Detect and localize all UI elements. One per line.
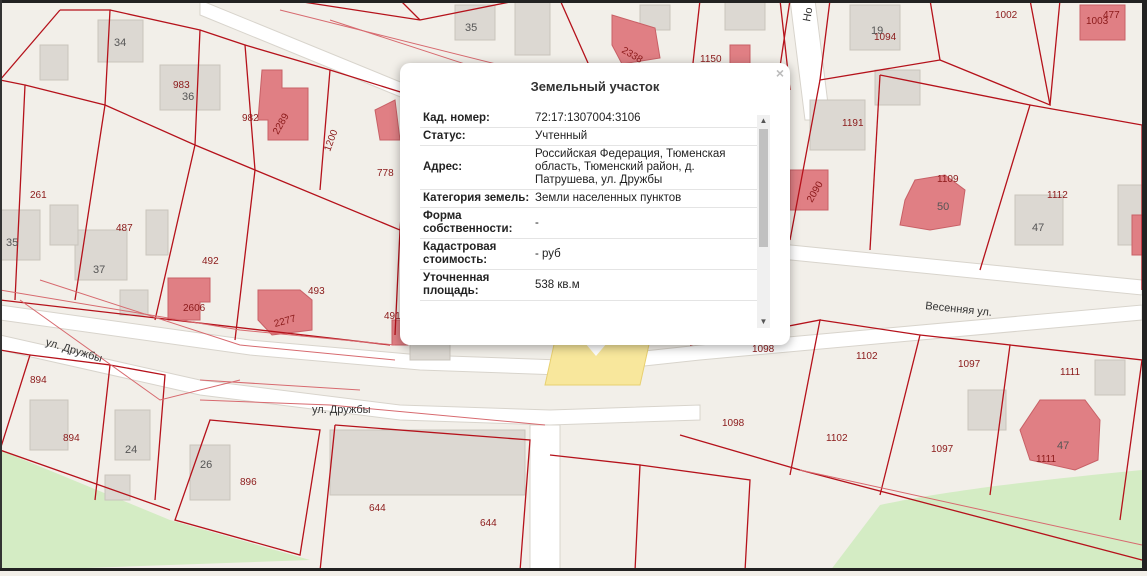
house-number: 47 xyxy=(1057,440,1069,452)
parcel-number: 491 xyxy=(384,311,401,322)
house-number: 34 xyxy=(114,37,126,49)
scroll-thumb[interactable] xyxy=(759,129,768,247)
info-value: 538 кв.м xyxy=(535,278,580,291)
parcel-number: 1098 xyxy=(722,418,745,429)
info-value: Российская Федерация, Тюменская область,… xyxy=(535,148,726,186)
parcel-number: 1111 xyxy=(1036,454,1056,465)
parcel-number: 896 xyxy=(240,477,257,488)
house-number: 35 xyxy=(465,22,477,34)
popup-info-table: Кад. номер: 72:17:1307004:3106 Статус: У… xyxy=(420,110,770,330)
house-number: 19 xyxy=(871,25,883,37)
parcel-number: 1109 xyxy=(937,174,959,185)
road-diagonal xyxy=(199,0,421,106)
parcel-number: 2606 xyxy=(183,303,206,314)
popup-title: Земельный участок xyxy=(530,79,660,94)
parcel-number: 261 xyxy=(30,190,47,201)
info-row-ownership: Форма собственности: - xyxy=(420,208,770,239)
green-area xyxy=(830,470,1142,571)
parcel-number: 1112 xyxy=(1047,190,1068,201)
parcel-number: 1102 xyxy=(826,433,848,444)
street-label-vesennyaya: Весенняя ул. xyxy=(925,300,993,319)
parcel-number: 778 xyxy=(377,168,394,179)
scroll-up-icon[interactable]: ▲ xyxy=(757,115,770,127)
parcel-number: 492 xyxy=(202,256,219,267)
parcel-number: 983 xyxy=(173,80,190,91)
parcel-number: 477 xyxy=(1103,10,1120,21)
house-number: 36 xyxy=(182,91,194,103)
house-number: 37 xyxy=(93,264,105,276)
parcel-number: 1102 xyxy=(856,351,878,362)
window-left-edge xyxy=(0,0,2,571)
info-label: Уточненная площадь: xyxy=(423,272,490,297)
parcel-number: 1097 xyxy=(958,359,981,370)
scroll-down-icon[interactable]: ▼ xyxy=(757,316,770,328)
parcel-number: 1111 xyxy=(1060,367,1080,378)
info-row-land-category: Категория земель: Земли населенных пункт… xyxy=(420,190,770,208)
info-value: Учтенный xyxy=(535,130,588,142)
info-label: Форма собственности: xyxy=(423,210,513,235)
popup-scrollbar[interactable]: ▲ ▼ xyxy=(757,115,770,328)
parcel-number: 644 xyxy=(369,503,386,514)
street-label-druzhby: ул. Дружбы xyxy=(312,404,371,416)
road-side xyxy=(529,424,561,572)
window-top-edge xyxy=(0,0,1147,3)
house-number: 24 xyxy=(125,444,137,456)
parcel-number: 644 xyxy=(480,518,497,529)
parcel-info-popup: Земельный участок × Кад. номер: 72:17:13… xyxy=(400,63,790,345)
info-row-status: Статус: Учтенный xyxy=(420,128,770,146)
info-row-address: Адрес: Российская Федерация, Тюменская о… xyxy=(420,146,770,190)
street-label-north: Но xyxy=(801,7,815,23)
parcel-number: 894 xyxy=(63,433,80,444)
green-area xyxy=(0,450,310,571)
info-label: Адрес: xyxy=(423,161,463,173)
parcel-number: 493 xyxy=(308,286,325,297)
info-label: Кад. номер: xyxy=(423,112,490,124)
info-row-cadastral-number: Кад. номер: 72:17:1307004:3106 xyxy=(420,110,770,128)
parcel-number: 1191 xyxy=(842,118,864,129)
window-right-edge xyxy=(1142,0,1147,571)
house-number: 35 xyxy=(6,237,18,249)
info-label: Кадастровая стоимость: xyxy=(423,241,497,266)
info-value: Земли населенных пунктов xyxy=(535,192,682,204)
parcel-number: 1097 xyxy=(931,444,954,455)
info-value: - руб xyxy=(535,247,561,260)
info-row-cadastral-cost: Кадастровая стоимость: - руб xyxy=(420,239,770,270)
house-number: 50 xyxy=(937,201,949,213)
parcel-number: 894 xyxy=(30,375,47,386)
info-label: Статус: xyxy=(423,130,466,142)
house-number: 47 xyxy=(1032,222,1044,234)
info-value: - xyxy=(535,216,539,229)
close-icon[interactable]: × xyxy=(776,65,784,81)
parcel-number: 487 xyxy=(116,223,133,234)
parcel-number: 1002 xyxy=(995,10,1018,21)
parcel-number: 1098 xyxy=(752,344,775,355)
parcel-number: 982 xyxy=(242,113,259,124)
info-value: 72:17:1307004:3106 xyxy=(535,112,641,124)
info-label: Категория земель: xyxy=(423,192,530,204)
info-row-area: Уточненная площадь: 538 кв.м xyxy=(420,270,770,301)
house-number: 26 xyxy=(200,459,212,471)
